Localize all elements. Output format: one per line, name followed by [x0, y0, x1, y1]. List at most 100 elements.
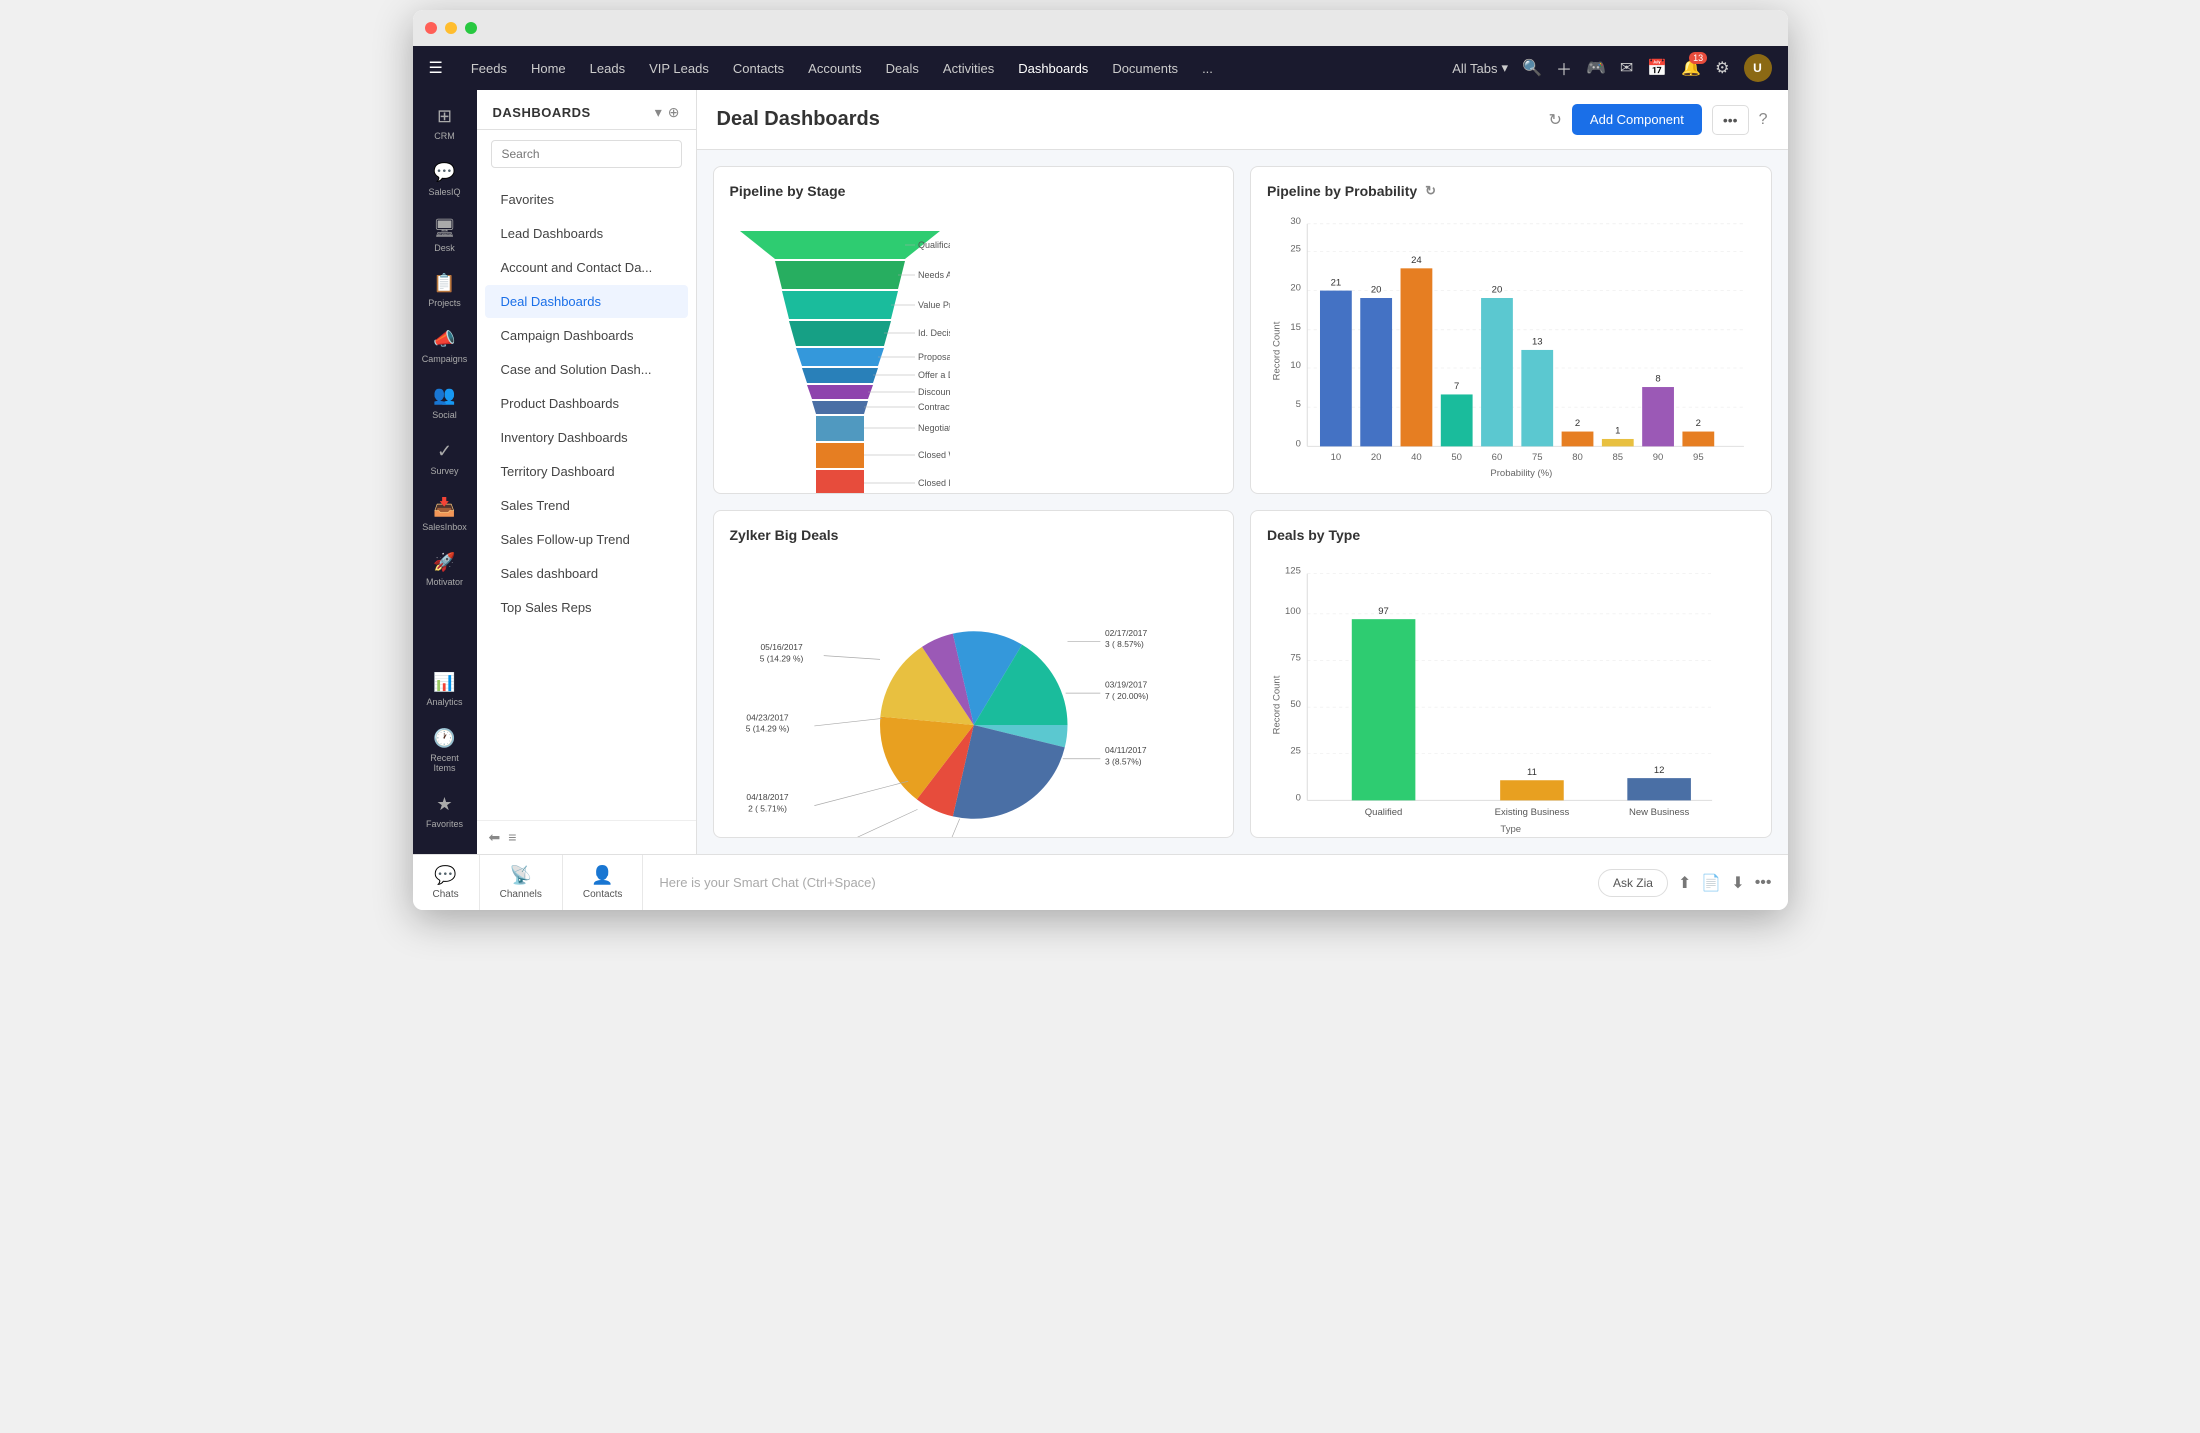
panel-search-container	[477, 130, 696, 178]
pie-chart-container: 05/16/2017 5 (14.29 %) 04/23/2017 5 (14.…	[730, 555, 1218, 838]
svg-text:Discount approved: Discount approved	[918, 387, 950, 397]
nav-contacts[interactable]: Contacts	[721, 57, 796, 80]
panel-nav-product[interactable]: Product Dashboards	[485, 387, 688, 420]
crm-icon: ⊞	[437, 106, 452, 127]
close-button[interactable]	[425, 22, 437, 34]
sidebar-item-campaigns[interactable]: 📣 Campaigns	[417, 321, 473, 373]
header-actions: ↻ Add Component ••• ?	[1549, 104, 1768, 135]
sidebar-item-salesinbox[interactable]: 📥 SalesInbox	[417, 489, 473, 541]
smart-chat-input[interactable]: Here is your Smart Chat (Ctrl+Space)	[643, 855, 1582, 910]
social-icon: 👥	[433, 385, 455, 406]
panel-nav-favorites[interactable]: Favorites	[485, 183, 688, 216]
minimize-button[interactable]	[445, 22, 457, 34]
sidebar-list-icon[interactable]: ≡	[508, 829, 516, 846]
panel-nav-sales-trend[interactable]: Sales Trend	[485, 489, 688, 522]
dashboards-grid: Pipeline by Stage	[697, 150, 1788, 854]
settings-icon[interactable]: ⚙	[1715, 58, 1729, 78]
sidebar-item-survey[interactable]: ✓ Survey	[417, 433, 473, 485]
sidebar-item-analytics[interactable]: 📊 Analytics	[417, 664, 473, 716]
svg-text:Needs Analysis: Needs Analysis	[918, 270, 950, 280]
ask-zia-button[interactable]: Ask Zia	[1598, 869, 1668, 897]
sidebar-item-motivator[interactable]: 🚀 Motivator	[417, 544, 473, 596]
svg-text:75: 75	[1532, 452, 1543, 463]
top-nav: ☰ Feeds Home Leads VIP Leads Contacts Ac…	[413, 46, 1788, 90]
pipeline-stage-card: Pipeline by Stage	[713, 166, 1235, 494]
nav-dashboards[interactable]: Dashboards	[1006, 57, 1100, 80]
help-icon[interactable]: ?	[1759, 111, 1768, 129]
nav-more[interactable]: ...	[1190, 57, 1225, 80]
nav-accounts[interactable]: Accounts	[796, 57, 873, 80]
search-icon[interactable]: 🔍	[1522, 58, 1542, 78]
search-input[interactable]	[491, 140, 682, 168]
gamepad-icon[interactable]: 🎮	[1586, 58, 1606, 78]
bottom-action-icon-3[interactable]: ⬇	[1731, 873, 1744, 893]
user-avatar[interactable]: U	[1744, 54, 1772, 82]
chats-tab[interactable]: 💬 Chats	[413, 855, 480, 910]
hamburger-icon[interactable]: ☰	[429, 58, 443, 78]
svg-text:20: 20	[1492, 285, 1503, 296]
deals-by-type-card: Deals by Type Record Count 0 25 50	[1250, 510, 1772, 838]
sidebar-item-desk[interactable]: 🖥 Desk	[417, 210, 473, 262]
bottom-bar: 💬 Chats 📡 Channels 👤 Contacts Here is yo…	[413, 854, 1788, 910]
app-window: ☰ Feeds Home Leads VIP Leads Contacts Ac…	[413, 10, 1788, 910]
bottom-action-icon-1[interactable]: ⬆	[1678, 873, 1691, 893]
panel-dropdown-icon[interactable]: ▾	[655, 104, 662, 121]
mail-icon[interactable]: ✉	[1620, 58, 1633, 78]
bottom-action-icon-2[interactable]: 📄	[1701, 873, 1721, 893]
svg-text:40: 40	[1411, 452, 1422, 463]
svg-text:Value Proposition: Value Proposition	[918, 300, 950, 310]
panel-nav-territory[interactable]: Territory Dashboard	[485, 455, 688, 488]
calendar-icon[interactable]: 📅	[1647, 58, 1667, 78]
nav-documents[interactable]: Documents	[1100, 57, 1190, 80]
nav-leads[interactable]: Leads	[578, 57, 637, 80]
panel-nav-top-sales[interactable]: Top Sales Reps	[485, 591, 688, 624]
sidebar-item-crm[interactable]: ⊞ CRM	[417, 98, 473, 150]
sidebar-item-social[interactable]: 👥 Social	[417, 377, 473, 429]
sidebar-item-favorites[interactable]: ★ Favorites	[417, 786, 473, 838]
panel-nav-deal-dashboards[interactable]: Deal Dashboards	[485, 285, 688, 318]
all-tabs-dropdown[interactable]: All Tabs ▾	[1452, 60, 1508, 76]
nav-feeds[interactable]: Feeds	[459, 57, 519, 80]
chats-tab-icon: 💬	[434, 865, 456, 886]
nav-deals[interactable]: Deals	[874, 57, 931, 80]
sidebar-item-recent[interactable]: 🕐 Recent Items	[417, 720, 473, 783]
svg-text:04/18/2017: 04/18/2017	[746, 792, 788, 802]
sidebar-collapse-icon[interactable]: ⬅	[489, 829, 501, 846]
contacts-tab-icon: 👤	[591, 865, 613, 886]
more-options-button[interactable]: •••	[1712, 105, 1749, 135]
funnel-chart: Qualification Needs Analysis Value Propo…	[730, 211, 1218, 494]
maximize-button[interactable]	[465, 22, 477, 34]
nav-home[interactable]: Home	[519, 57, 578, 80]
nav-vip-leads[interactable]: VIP Leads	[637, 57, 721, 80]
sidebar-item-projects[interactable]: 📋 Projects	[417, 265, 473, 317]
panel-nav-case-solution[interactable]: Case and Solution Dash...	[485, 353, 688, 386]
prob-refresh-icon[interactable]: ↻	[1425, 183, 1436, 199]
panel-nav-campaign[interactable]: Campaign Dashboards	[485, 319, 688, 352]
panel-nav-inventory[interactable]: Inventory Dashboards	[485, 421, 688, 454]
panel-nav-sales-dashboard[interactable]: Sales dashboard	[485, 557, 688, 590]
sidebar-item-salesiq[interactable]: 💬 SalesIQ	[417, 154, 473, 206]
refresh-icon[interactable]: ↻	[1549, 110, 1562, 130]
recent-icon: 🕐	[433, 728, 455, 749]
panel-nav-account-contact[interactable]: Account and Contact Da...	[485, 251, 688, 284]
bottom-action-icon-4[interactable]: •••	[1755, 874, 1772, 892]
panel-nav-lead-dashboards[interactable]: Lead Dashboards	[485, 217, 688, 250]
svg-text:95: 95	[1693, 452, 1704, 463]
svg-text:Closed Won: Closed Won	[918, 450, 950, 460]
svg-text:80: 80	[1572, 452, 1583, 463]
svg-text:05/16/2017: 05/16/2017	[760, 642, 802, 652]
svg-text:21: 21	[1331, 277, 1342, 288]
panel-nav-sales-followup[interactable]: Sales Follow-up Trend	[485, 523, 688, 556]
panel-sidebar: DASHBOARDS ▾ ⊕ Favorites Lead Dashboards…	[477, 90, 697, 854]
nav-activities[interactable]: Activities	[931, 57, 1006, 80]
svg-text:Qualified: Qualified	[1365, 807, 1403, 818]
add-component-button[interactable]: Add Component	[1572, 104, 1702, 135]
channels-tab[interactable]: 📡 Channels	[480, 855, 563, 910]
notifications-icon[interactable]: 🔔 13	[1681, 58, 1701, 78]
svg-text:85: 85	[1612, 452, 1623, 463]
svg-text:3 ( 8.57%): 3 ( 8.57%)	[1105, 639, 1144, 649]
add-icon[interactable]: ＋	[1556, 56, 1572, 80]
panel-add-icon[interactable]: ⊕	[668, 104, 680, 121]
projects-icon: 📋	[433, 273, 455, 294]
contacts-tab[interactable]: 👤 Contacts	[563, 855, 643, 910]
